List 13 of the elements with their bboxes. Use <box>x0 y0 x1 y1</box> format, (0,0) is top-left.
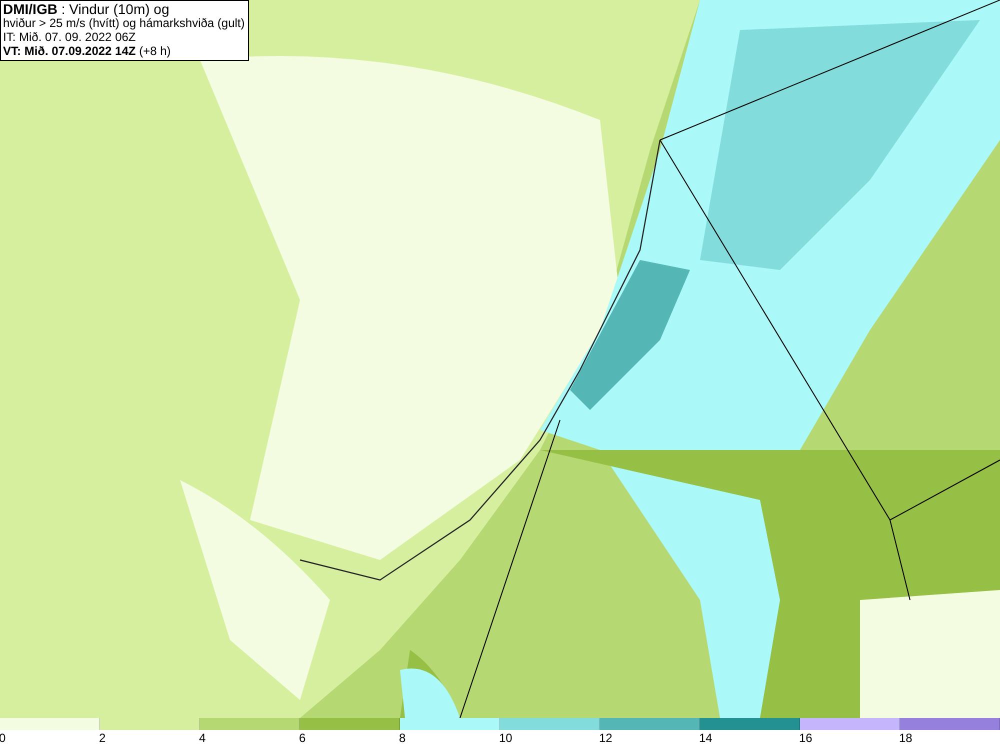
legend-label: 12 <box>599 731 612 745</box>
title-line: DMI/IGB : Vindur (10m) og <box>3 2 170 16</box>
title-line: VT: Mið. 07.09.2022 14Z (+8 h) <box>3 44 172 58</box>
legend-label: 10 <box>499 731 512 745</box>
legend-label: 6 <box>299 731 306 745</box>
legend-label: 4 <box>199 731 206 745</box>
title-line: hviður > 25 m/s (hvítt) og hámarkshviða (gult) <box>3 16 245 30</box>
title-line: IT: Mið. 07. 09. 2022 06Z <box>3 30 137 44</box>
legend-label: 18 <box>899 731 912 745</box>
legend-label: 14 <box>699 731 712 745</box>
legend-label: 8 <box>399 731 406 745</box>
legend-label: 2 <box>99 731 106 745</box>
legend-label: 16 <box>799 731 812 745</box>
